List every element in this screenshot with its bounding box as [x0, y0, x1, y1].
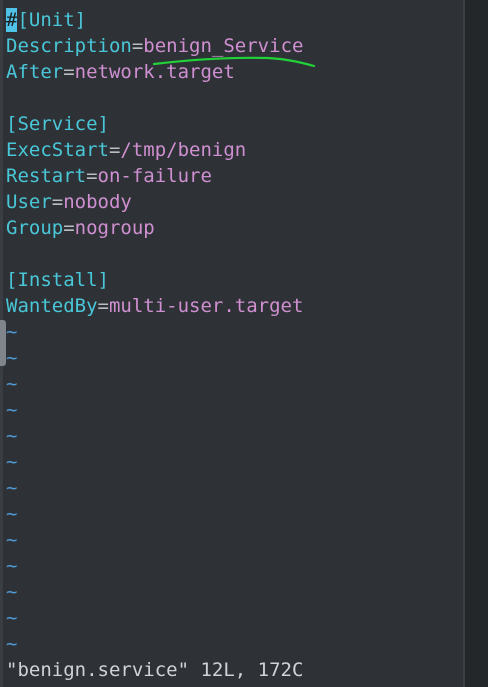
config-line[interactable]: Restart=on-failure — [6, 164, 212, 188]
config-value: nogroup — [74, 217, 155, 239]
equals-sign: = — [108, 139, 121, 161]
config-value: benign_Service — [143, 35, 304, 57]
empty-line-marker: ~ — [6, 555, 18, 577]
empty-line-marker: ~ — [6, 321, 18, 343]
empty-line-marker: ~ — [6, 347, 18, 369]
section-header[interactable]: [Install] — [6, 268, 109, 292]
section-name: [Install] — [6, 269, 109, 291]
section-header[interactable]: #[Unit] — [6, 8, 86, 32]
equals-sign: = — [63, 217, 75, 239]
text-cursor: # — [6, 8, 18, 32]
empty-line-marker: ~ — [6, 581, 18, 603]
equals-sign: = — [97, 295, 109, 317]
blank-line[interactable] — [6, 242, 17, 266]
section-header[interactable]: [Service] — [6, 112, 109, 136]
vim-editor[interactable]: #[Unit] Description=benign_Service After=n… — [0, 0, 463, 687]
config-line[interactable]: User=nobody — [6, 190, 132, 214]
config-key: User — [6, 191, 52, 213]
empty-line-marker: ~ — [6, 529, 18, 551]
empty-line-marker: ~ — [6, 451, 18, 473]
config-key: ExecStart — [6, 139, 109, 161]
config-value: /tmp/benign — [120, 139, 247, 161]
empty-line-marker: ~ — [6, 607, 18, 629]
equals-sign: = — [86, 165, 98, 187]
config-key: After — [6, 61, 64, 83]
config-line[interactable]: WantedBy=multi-user.target — [6, 294, 303, 318]
config-key: WantedBy — [6, 295, 98, 317]
config-key: Group — [6, 217, 64, 239]
config-key: Restart — [6, 165, 87, 187]
config-key: Description — [6, 35, 132, 57]
config-line[interactable]: Group=nogroup — [6, 216, 155, 240]
config-value: multi-user.target — [108, 295, 304, 317]
equals-sign: = — [63, 61, 75, 83]
equals-sign: = — [51, 191, 64, 213]
equals-sign: = — [131, 35, 144, 57]
status-line: "benign.service" 12L, 172C — [6, 659, 304, 681]
empty-line-marker: ~ — [6, 477, 18, 499]
config-line[interactable]: ExecStart=/tmp/benign — [6, 138, 246, 162]
empty-line-marker: ~ — [6, 373, 18, 395]
empty-line-marker: ~ — [6, 503, 18, 525]
section-name: [Service] — [6, 113, 109, 135]
side-panel-handle[interactable] — [0, 320, 6, 366]
window-border — [463, 0, 488, 687]
green-underline-annotation — [152, 56, 316, 68]
blank-line[interactable] — [6, 86, 17, 110]
empty-line-marker: ~ — [6, 399, 18, 421]
empty-line-marker: ~ — [6, 633, 18, 655]
divider — [463, 0, 465, 687]
config-value: on-failure — [97, 165, 212, 187]
empty-line-marker: ~ — [6, 425, 18, 447]
section-name: [Unit] — [17, 9, 87, 31]
config-value: nobody — [63, 191, 132, 213]
